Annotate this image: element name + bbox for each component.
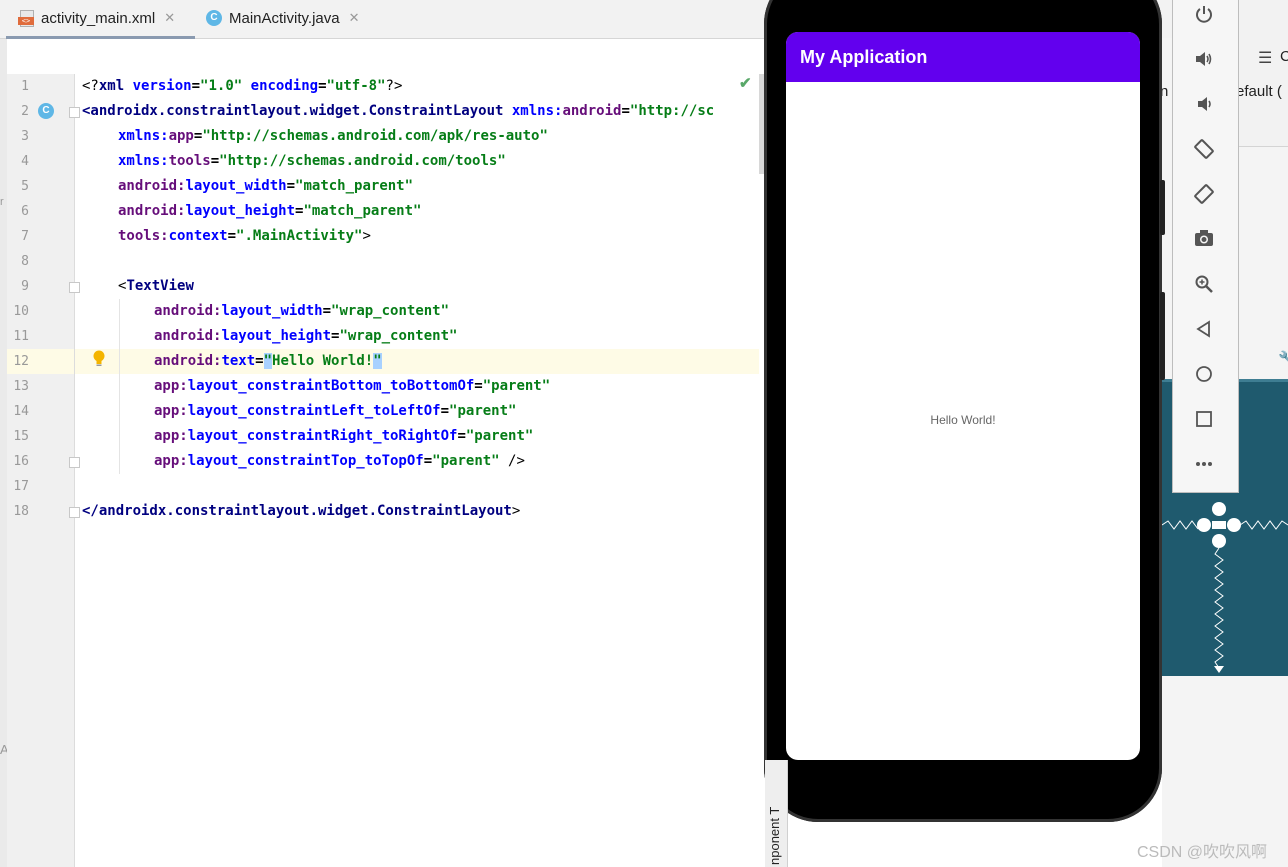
line-number: 18 bbox=[13, 504, 29, 519]
line-number: 9 bbox=[21, 279, 29, 294]
tab-label: activity_main.xml bbox=[41, 9, 156, 27]
fold-marker-icon[interactable] bbox=[69, 107, 80, 118]
code-line-14: app:layout_constraintLeft_toLeftOf="pare… bbox=[154, 403, 517, 419]
line-number: 1 bbox=[21, 79, 29, 94]
tab-label: MainActivity.java bbox=[229, 9, 340, 27]
tab-main-activity-java[interactable]: C MainActivity.java ✕ bbox=[204, 0, 376, 36]
line-number: 6 bbox=[21, 204, 29, 219]
camera-icon[interactable] bbox=[1190, 224, 1218, 252]
class-gutter-icon[interactable]: C bbox=[38, 103, 54, 119]
close-icon[interactable]: ✕ bbox=[164, 10, 175, 26]
code-line-4: xmlns:tools="http://schemas.android.com/… bbox=[118, 153, 506, 169]
home-icon[interactable] bbox=[1190, 360, 1218, 388]
code-line-6: android:layout_height="match_parent" bbox=[118, 203, 422, 219]
close-icon[interactable]: ✕ bbox=[349, 10, 360, 26]
fold-marker-icon[interactable] bbox=[69, 282, 80, 293]
line-number: 16 bbox=[13, 454, 29, 469]
tab-activity-main-xml[interactable]: <> activity_main.xml ✕ bbox=[6, 0, 195, 39]
volume-up-icon[interactable] bbox=[1190, 45, 1218, 73]
line-number: 12 bbox=[13, 354, 29, 369]
line-number: 13 bbox=[13, 379, 29, 394]
indent-guide bbox=[119, 299, 120, 474]
fold-marker-icon[interactable] bbox=[69, 457, 80, 468]
constraint-widget[interactable] bbox=[1162, 490, 1288, 675]
rotate-right-icon[interactable] bbox=[1190, 180, 1218, 208]
line-number: 8 bbox=[21, 254, 29, 269]
code-line-11: android:layout_height="wrap_content" bbox=[154, 328, 458, 344]
java-class-icon: C bbox=[206, 10, 222, 26]
back-icon[interactable] bbox=[1190, 315, 1218, 343]
wrench-icon[interactable]: 🔧 bbox=[1278, 350, 1288, 368]
theme-selector[interactable]: efault ( bbox=[1236, 83, 1282, 100]
rotate-left-icon[interactable] bbox=[1190, 135, 1218, 163]
power-icon[interactable] bbox=[1190, 0, 1218, 28]
hello-world-text: Hello World! bbox=[930, 413, 996, 427]
lightbulb-icon[interactable] bbox=[92, 350, 106, 368]
component-tree-label[interactable]: nponent T bbox=[767, 807, 782, 865]
volume-down-icon[interactable] bbox=[1190, 90, 1218, 118]
app-bar: My Application bbox=[786, 32, 1140, 82]
code-line-13: app:layout_constraintBottom_toBottomOf="… bbox=[154, 378, 551, 394]
no-errors-check-icon: ✔ bbox=[739, 75, 752, 92]
line-number: 3 bbox=[21, 129, 29, 144]
code-line-16: app:layout_constraintTop_toTopOf="parent… bbox=[154, 453, 525, 469]
line-number: 17 bbox=[13, 479, 29, 494]
code-line-2: <androidx.constraintlayout.widget.Constr… bbox=[82, 103, 715, 119]
design-toolbar-fragment: C bbox=[1280, 48, 1288, 65]
more-icon[interactable] bbox=[1190, 450, 1218, 478]
menu-lines-icon[interactable]: ☰ bbox=[1258, 48, 1272, 68]
line-number: 15 bbox=[13, 429, 29, 444]
code-line-3: xmlns:app="http://schemas.android.com/ap… bbox=[118, 128, 548, 144]
line-number: 7 bbox=[21, 229, 29, 244]
editor-header-area bbox=[75, 39, 765, 74]
xml-file-icon: <> bbox=[18, 10, 34, 27]
line-number: 2 bbox=[21, 104, 29, 119]
watermark: CSDN @吹吹风啊 bbox=[1137, 844, 1268, 861]
code-line-15: app:layout_constraintRight_toRightOf="pa… bbox=[154, 428, 534, 444]
fold-marker-icon[interactable] bbox=[69, 507, 80, 518]
line-number: 11 bbox=[13, 329, 29, 344]
phone-side-button bbox=[1160, 180, 1165, 235]
code-line-7: tools:context=".MainActivity"> bbox=[118, 228, 371, 244]
emulator-screen[interactable]: My Application Hello World! bbox=[786, 32, 1140, 760]
overview-icon[interactable] bbox=[1190, 405, 1218, 433]
phone-side-button bbox=[1160, 292, 1165, 380]
line-number: 14 bbox=[13, 404, 29, 419]
line-number: 10 bbox=[13, 304, 29, 319]
code-line-9: <TextView bbox=[118, 278, 194, 294]
zoom-icon[interactable] bbox=[1190, 270, 1218, 298]
code-line-10: android:layout_width="wrap_content" bbox=[154, 303, 450, 319]
code-line-12: android:text="Hello World!" bbox=[154, 353, 382, 369]
line-number: 4 bbox=[21, 154, 29, 169]
left-tool-fragment: r bbox=[0, 196, 4, 208]
app-title: My Application bbox=[800, 47, 928, 67]
code-line-1: <?xml version="1.0" encoding="utf-8"?> bbox=[82, 78, 403, 94]
code-line-18: </androidx.constraintlayout.widget.Const… bbox=[82, 503, 521, 519]
line-number: 5 bbox=[21, 179, 29, 194]
code-line-5: android:layout_width="match_parent" bbox=[118, 178, 414, 194]
